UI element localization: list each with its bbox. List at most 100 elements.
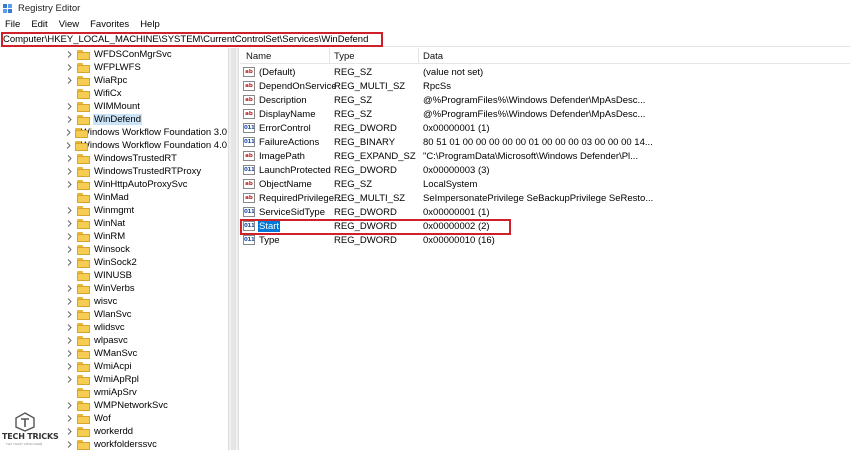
tree-item[interactable]: Windows Workflow Foundation 4.0 [0,139,228,152]
chevron-right-icon[interactable] [66,337,73,344]
tree-item[interactable]: WFDSConMgrSvc [0,48,228,61]
tree-item[interactable]: WindowsTrustedRT [0,152,228,165]
tree-item[interactable]: wmiApSrv [0,386,228,399]
chevron-right-icon[interactable] [66,363,73,370]
tree-item[interactable]: WinRM [0,230,228,243]
chevron-right-icon[interactable] [66,428,73,435]
chevron-right-icon[interactable] [66,64,73,71]
menu-favorites[interactable]: Favorites [85,19,135,30]
tree-item[interactable]: Winsock [0,243,228,256]
value-name: Description [259,95,307,106]
registry-value-row[interactable]: ab DisplayName REG_SZ @%ProgramFiles%\Windo… [240,107,850,121]
chevron-right-icon[interactable] [66,441,73,448]
tree-item[interactable]: WifiCx [0,87,228,100]
tree-item-label: WFDSConMgrSvc [94,49,172,60]
splitter-scrollbar[interactable] [231,48,236,450]
chevron-right-icon[interactable] [66,116,73,123]
column-header-data[interactable]: Data [423,51,443,62]
menu-edit[interactable]: Edit [26,19,53,30]
string-value-icon: ab [243,109,255,119]
registry-value-row[interactable]: 011 Type REG_DWORD 0x00000010 (16) [240,233,850,247]
tree-item[interactable]: WFPLWFS [0,61,228,74]
key-tree-pane[interactable]: WFDSConMgrSvc WFPLWFS WiaRpc WifiCx WIMMount… [0,48,228,450]
registry-value-row[interactable]: ab ImagePath REG_EXPAND_SZ "C:\ProgramData\… [240,149,850,163]
chevron-right-icon[interactable] [66,103,73,110]
folder-icon [77,348,90,359]
menu-file[interactable]: File [0,19,26,30]
tree-item[interactable]: WinHttpAutoProxySvc [0,178,228,191]
address-bar[interactable]: Computer\HKEY_LOCAL_MACHINE\SYSTEM\Curre… [0,32,850,47]
tree-item[interactable]: Windows Workflow Foundation 3.0 [0,126,228,139]
chevron-right-icon[interactable] [66,168,73,175]
menu-help[interactable]: Help [135,19,166,30]
tree-item[interactable]: WmiApRpl [0,373,228,386]
menu-view[interactable]: View [54,19,85,30]
tree-item-label: WINUSB [94,270,132,281]
chevron-right-icon[interactable] [66,207,73,214]
chevron-right-icon[interactable] [66,129,71,136]
tree-item[interactable]: WindowsTrustedRTProxy [0,165,228,178]
tree-item-label: WFPLWFS [94,62,141,73]
chevron-right-icon[interactable] [66,376,73,383]
value-name: ObjectName [259,179,312,190]
title-bar: Registry Editor [0,0,850,17]
tree-item[interactable]: wlidsvc [0,321,228,334]
tree-item-label: WMPNetworkSvc [94,400,168,411]
tree-item-label: Wof [94,413,111,424]
registry-value-row[interactable]: ab RequiredPrivilege... REG_MULTI_SZ SeImpe… [240,191,850,205]
chevron-right-icon[interactable] [66,415,73,422]
tree-item[interactable]: WiaRpc [0,74,228,87]
tree-item[interactable]: WinNat [0,217,228,230]
registry-value-row[interactable]: ab (Default) REG_SZ (value not set) [240,65,850,79]
registry-value-row[interactable]: 011 ServiceSidType REG_DWORD 0x00000001 (1) [240,205,850,219]
column-divider[interactable] [418,48,419,64]
registry-value-row[interactable]: ab Description REG_SZ @%ProgramFiles%\Windo… [240,93,850,107]
registry-value-row[interactable]: ab ObjectName REG_SZ LocalSystem [240,177,850,191]
tree-item[interactable]: wisvc [0,295,228,308]
registry-value-row[interactable]: 011 ErrorControl REG_DWORD 0x00000001 (1) [240,121,850,135]
tree-item[interactable]: WManSvc [0,347,228,360]
chevron-right-icon[interactable] [66,181,73,188]
tree-item[interactable]: Winmgmt [0,204,228,217]
chevron-right-icon[interactable] [66,311,73,318]
tree-item[interactable]: WlanSvc [0,308,228,321]
tree-item[interactable]: WinSock2 [0,256,228,269]
chevron-right-icon[interactable] [66,51,73,58]
window-title: Registry Editor [18,3,81,14]
chevron-right-icon[interactable] [66,298,73,305]
column-header-type[interactable]: Type [334,51,355,62]
watermark-text: TECH TRICKS [2,432,59,441]
tree-item[interactable]: WIMMount [0,100,228,113]
tree-item[interactable]: WinVerbs [0,282,228,295]
chevron-right-icon[interactable] [66,220,73,227]
chevron-right-icon[interactable] [66,324,73,331]
column-divider[interactable] [329,48,330,64]
tree-item[interactable]: wlpasvc [0,334,228,347]
registry-value-row[interactable]: 011 LaunchProtected REG_DWORD 0x00000003 (3… [240,163,850,177]
values-list-pane[interactable]: Name Type Data ab (Default) REG_SZ (value n… [240,48,850,450]
chevron-right-icon[interactable] [66,259,73,266]
registry-value-row[interactable]: 011 FailureActions REG_BINARY 80 51 01 00 0… [240,135,850,149]
tree-item[interactable]: WINUSB [0,269,228,282]
folder-icon [77,426,90,437]
folder-icon [77,114,90,125]
tree-item[interactable]: WinDefend [0,113,228,126]
chevron-right-icon[interactable] [66,402,73,409]
tree-item-label: WindowsTrustedRT [94,153,177,164]
tree-item[interactable]: WmiAcpi [0,360,228,373]
column-header-name[interactable]: Name [246,51,271,62]
pane-splitter[interactable] [228,48,239,450]
registry-value-row[interactable]: ab DependOnService REG_MULTI_SZ RpcSs [240,79,850,93]
chevron-right-icon[interactable] [66,142,71,149]
chevron-right-icon[interactable] [66,77,73,84]
chevron-right-icon[interactable] [66,246,73,253]
chevron-right-icon[interactable] [66,155,73,162]
chevron-right-icon[interactable] [66,350,73,357]
value-data: 0x00000001 (1) [423,207,490,218]
tree-item[interactable]: WinMad [0,191,228,204]
folder-icon [77,322,90,333]
tree-item[interactable]: WMPNetworkSvc [0,399,228,412]
chevron-right-icon[interactable] [66,233,73,240]
chevron-right-icon[interactable] [66,285,73,292]
folder-icon [77,231,90,242]
